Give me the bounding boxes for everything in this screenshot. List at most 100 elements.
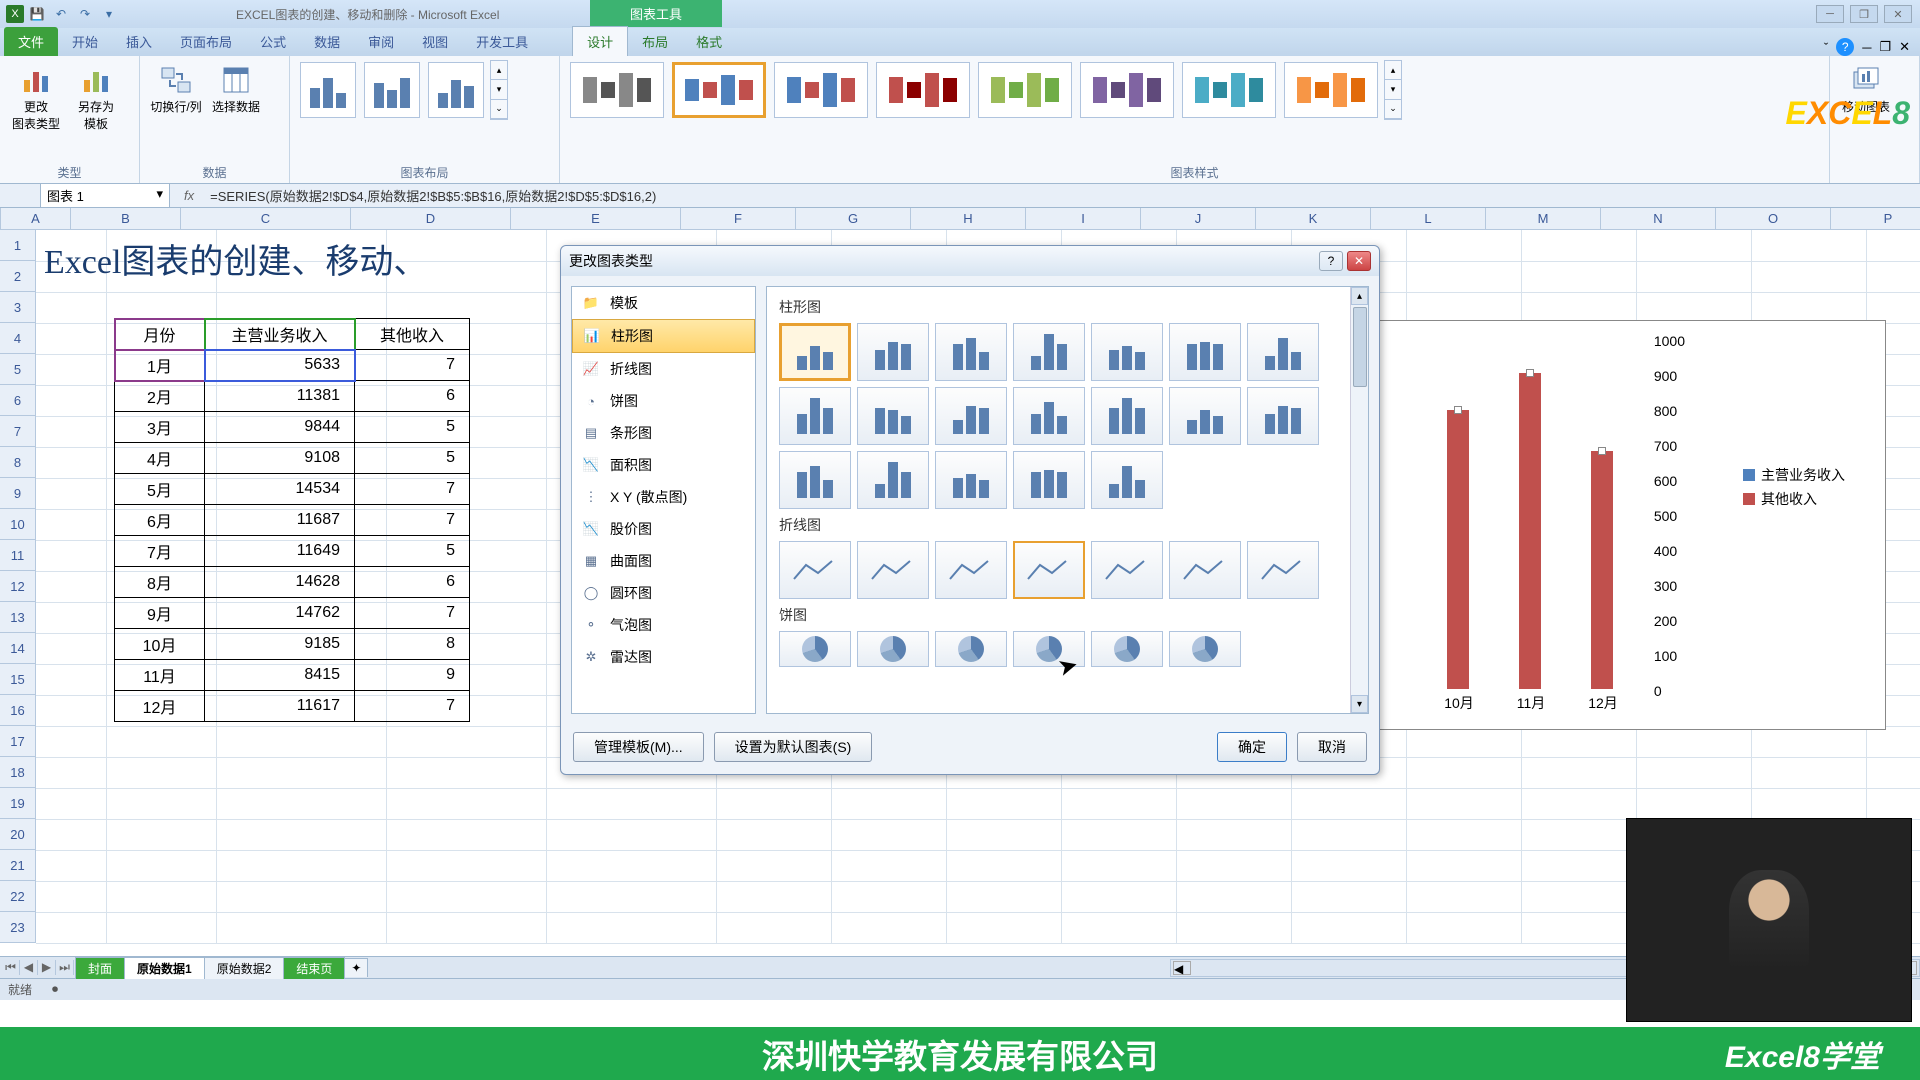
column-header-M[interactable]: M — [1486, 208, 1601, 229]
layout-option-1[interactable] — [300, 62, 356, 118]
window-restore-icon[interactable]: ❐ — [1879, 39, 1891, 55]
row-header-20[interactable]: 20 — [0, 819, 35, 850]
category-股价图[interactable]: 📉股价图 — [572, 513, 755, 545]
chart-style-3[interactable] — [774, 62, 868, 118]
chart-style-6[interactable] — [1080, 62, 1174, 118]
fx-icon[interactable]: fx — [174, 188, 204, 203]
redo-icon[interactable]: ↷ — [74, 3, 96, 25]
chart-style-5[interactable] — [978, 62, 1072, 118]
column-type-1[interactable] — [779, 323, 851, 381]
row-header-2[interactable]: 2 — [0, 261, 35, 292]
pie-type-3[interactable] — [935, 631, 1007, 667]
category-气泡图[interactable]: ⚬气泡图 — [572, 609, 755, 641]
save-as-template-button[interactable]: 另存为 模板 — [68, 60, 124, 136]
cancel-button[interactable]: 取消 — [1297, 732, 1367, 762]
column-type-6[interactable] — [1169, 323, 1241, 381]
row-header-16[interactable]: 16 — [0, 695, 35, 726]
tab-file[interactable]: 文件 — [4, 27, 58, 56]
category-模板[interactable]: 📁模板 — [572, 287, 755, 319]
row-header-6[interactable]: 6 — [0, 385, 35, 416]
minimize-ribbon-icon[interactable]: ˇ — [1824, 40, 1828, 55]
tab-format[interactable]: 格式 — [682, 27, 736, 56]
pie-type-4[interactable] — [1013, 631, 1085, 667]
column-type-17[interactable] — [935, 451, 1007, 509]
manage-templates-button[interactable]: 管理模板(M)... — [573, 732, 704, 762]
line-type-5[interactable] — [1091, 541, 1163, 599]
minimize-button[interactable]: ─ — [1816, 5, 1844, 23]
column-header-A[interactable]: A — [1, 208, 71, 229]
close-button[interactable]: ✕ — [1884, 5, 1912, 23]
column-header-H[interactable]: H — [911, 208, 1026, 229]
line-type-3[interactable] — [935, 541, 1007, 599]
category-雷达图[interactable]: ✲雷达图 — [572, 641, 755, 673]
row-header-4[interactable]: 4 — [0, 323, 35, 354]
line-type-2[interactable] — [857, 541, 929, 599]
column-header-B[interactable]: B — [71, 208, 181, 229]
undo-icon[interactable]: ↶ — [50, 3, 72, 25]
tab-home[interactable]: 开始 — [58, 27, 112, 56]
row-header-1[interactable]: 1 — [0, 230, 35, 261]
chart-bar[interactable] — [1519, 373, 1541, 689]
row-header-7[interactable]: 7 — [0, 416, 35, 447]
column-header-E[interactable]: E — [511, 208, 681, 229]
formula-input[interactable]: =SERIES(原始数据2!$D$4,原始数据2!$B$5:$B$16,原始数据… — [204, 184, 1920, 207]
column-type-12[interactable] — [1091, 387, 1163, 445]
line-type-6[interactable] — [1169, 541, 1241, 599]
column-header-O[interactable]: O — [1716, 208, 1831, 229]
category-圆环图[interactable]: ◯圆环图 — [572, 577, 755, 609]
style-gallery-scroll[interactable]: ▴▾⌄ — [1384, 60, 1402, 120]
column-type-2[interactable] — [857, 323, 929, 381]
chart-style-2[interactable] — [672, 62, 766, 118]
category-柱形图[interactable]: 📊柱形图 — [572, 319, 755, 353]
category-条形图[interactable]: ▤条形图 — [572, 417, 755, 449]
column-type-14[interactable] — [1247, 387, 1319, 445]
line-type-7[interactable] — [1247, 541, 1319, 599]
category-折线图[interactable]: 📈折线图 — [572, 353, 755, 385]
column-type-18[interactable] — [1013, 451, 1085, 509]
tab-design[interactable]: 设计 — [572, 26, 628, 56]
row-header-8[interactable]: 8 — [0, 447, 35, 478]
tab-developer[interactable]: 开发工具 — [462, 27, 542, 56]
row-header-10[interactable]: 10 — [0, 509, 35, 540]
row-header-12[interactable]: 12 — [0, 571, 35, 602]
tab-page-layout[interactable]: 页面布局 — [166, 27, 246, 56]
restore-button[interactable]: ❐ — [1850, 5, 1878, 23]
column-header-D[interactable]: D — [351, 208, 511, 229]
tab-view[interactable]: 视图 — [408, 27, 462, 56]
column-header-P[interactable]: P — [1831, 208, 1920, 229]
window-min-icon[interactable]: ─ — [1862, 40, 1871, 55]
macro-record-icon[interactable]: ⏺ — [52, 982, 58, 997]
row-header-18[interactable]: 18 — [0, 757, 35, 788]
types-scrollbar[interactable]: ▴ ▾ — [1350, 287, 1368, 713]
change-chart-type-button[interactable]: 更改 图表类型 — [8, 60, 64, 136]
row-header-9[interactable]: 9 — [0, 478, 35, 509]
column-type-4[interactable] — [1013, 323, 1085, 381]
tab-review[interactable]: 审阅 — [354, 27, 408, 56]
column-type-19[interactable] — [1091, 451, 1163, 509]
pie-type-1[interactable] — [779, 631, 851, 667]
column-header-G[interactable]: G — [796, 208, 911, 229]
category-饼图[interactable]: ◔饼图 — [572, 385, 755, 417]
column-header-I[interactable]: I — [1026, 208, 1141, 229]
qat-dropdown-icon[interactable]: ▾ — [98, 3, 120, 25]
pie-type-5[interactable] — [1091, 631, 1163, 667]
dialog-help-button[interactable]: ? — [1319, 251, 1343, 271]
category-面积图[interactable]: 📉面积图 — [572, 449, 755, 481]
chart-style-1[interactable] — [570, 62, 664, 118]
chart-style-8[interactable] — [1284, 62, 1378, 118]
layout-option-3[interactable] — [428, 62, 484, 118]
set-default-chart-button[interactable]: 设置为默认图表(S) — [714, 732, 873, 762]
chart-style-4[interactable] — [876, 62, 970, 118]
save-icon[interactable]: 💾 — [26, 3, 48, 25]
layout-option-2[interactable] — [364, 62, 420, 118]
row-header-11[interactable]: 11 — [0, 540, 35, 571]
category-X Y (散点图)[interactable]: ⋮X Y (散点图) — [572, 481, 755, 513]
sheet-tab-原始数据1[interactable]: 原始数据1 — [124, 957, 205, 979]
sheet-tab-封面[interactable]: 封面 — [75, 957, 125, 979]
column-type-7[interactable] — [1247, 323, 1319, 381]
category-曲面图[interactable]: ▦曲面图 — [572, 545, 755, 577]
tab-layout[interactable]: 布局 — [628, 27, 682, 56]
tab-insert[interactable]: 插入 — [112, 27, 166, 56]
pie-type-2[interactable] — [857, 631, 929, 667]
sheet-tab-原始数据2[interactable]: 原始数据2 — [204, 957, 285, 979]
